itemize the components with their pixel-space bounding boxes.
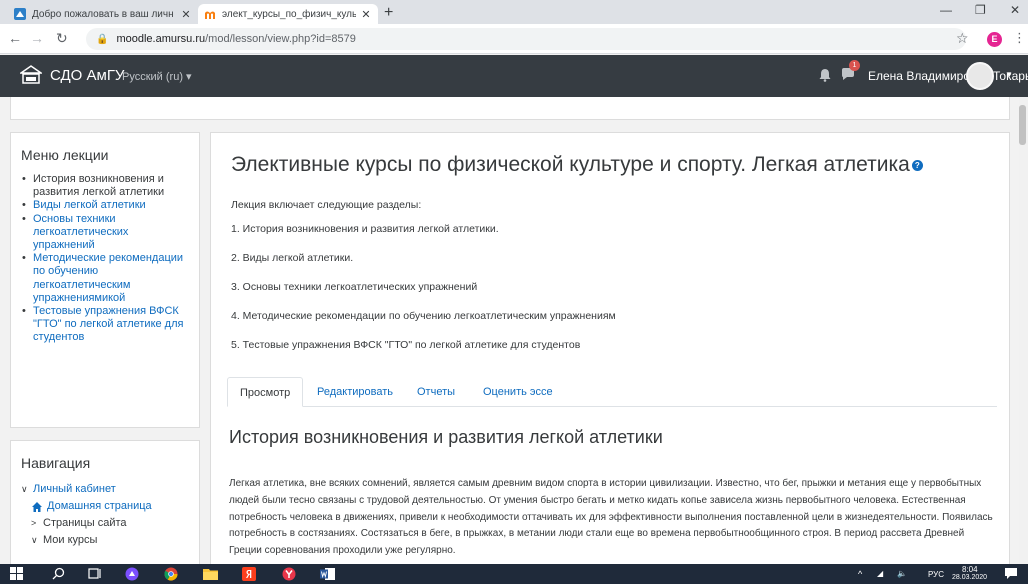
windows-start-icon[interactable] (10, 567, 23, 580)
nav-item-dashboard[interactable]: ∨ Личный кабинет (21, 481, 189, 498)
search-icon[interactable] (52, 567, 65, 580)
notification-center-icon[interactable] (1004, 567, 1018, 580)
minimize-icon[interactable]: — (940, 3, 952, 17)
close-tab-icon[interactable]: ✕ (360, 8, 372, 21)
back-arrow-icon[interactable]: ← (8, 30, 22, 46)
lecture-menu-item[interactable]: Основы техники легкоатлетических упражне… (21, 213, 189, 253)
tray-chevron-up-icon[interactable]: ^ (858, 569, 862, 579)
new-tab-button[interactable]: + (384, 4, 393, 22)
nav-site-pages-label[interactable]: Страницы сайта (43, 515, 127, 532)
app-circle-icon[interactable] (125, 567, 139, 581)
chrome-icon[interactable] (164, 567, 178, 581)
lesson-tabs: Просмотр Редактировать Отчеты Оценить эс… (227, 377, 997, 407)
lesson-section-item: 1. История возникновения и развития легк… (231, 223, 499, 235)
chevron-down-icon[interactable]: ∨ (31, 532, 43, 549)
lesson-content: Элективные курсы по физической культуре … (210, 132, 1010, 572)
navigation-tree: ∨ Личный кабинет Домашняя страница > Стран… (21, 481, 189, 549)
nav-home-label[interactable]: Домашняя страница (47, 498, 152, 515)
browser-tab-title: Добро пожаловать в ваш личн (32, 8, 174, 20)
section-title: История возникновения и развития легкой … (229, 427, 663, 447)
lecture-menu-item[interactable]: Виды легкой атлетики (21, 199, 189, 212)
lecture-menu-item: История возникновения и развития легкой … (21, 173, 189, 199)
scrollbar-thumb[interactable] (1019, 105, 1026, 145)
lesson-intro: Лекция включает следующие разделы: (231, 199, 422, 211)
nav-item-site-pages[interactable]: > Страницы сайта (21, 515, 189, 532)
forward-arrow-icon[interactable]: → (30, 30, 44, 46)
lesson-section-item: 2. Виды легкой атлетики. (231, 252, 354, 264)
browser-menu-icon[interactable]: ⋮ (1013, 30, 1026, 46)
moodle-favicon-icon (14, 8, 26, 20)
navigation-block: Навигация ∨ Личный кабинет Домашняя стран… (10, 440, 200, 570)
word-icon[interactable] (320, 567, 335, 581)
lock-icon: 🔒 (96, 33, 109, 45)
caret-down-icon[interactable]: ▼ (1005, 70, 1013, 79)
chevron-down-icon[interactable]: ∨ (21, 481, 33, 498)
navigation-title: Навигация (21, 455, 91, 471)
browser-tab-strip: Добро пожаловать в ваш личн ✕ элект_курс… (0, 0, 1028, 24)
site-navbar: СДО АмГУ Русский (ru) ▾ 1 Елена Владимир… (0, 55, 1028, 97)
tab-reports[interactable]: Отчеты (405, 377, 467, 407)
browser-tab-course[interactable]: элект_курсы_по_физич_культ_и ✕ (198, 4, 378, 24)
bell-icon[interactable] (818, 68, 832, 82)
university-logo-icon[interactable] (20, 64, 42, 86)
browser-tab-title: элект_курсы_по_физич_культ_и (222, 8, 356, 20)
tab-grade-essays[interactable]: Оценить эссе (471, 377, 565, 407)
page-title: Элективные курсы по физической культуре … (231, 153, 923, 177)
clock-date[interactable]: 28.03.2020 (952, 574, 987, 581)
tab-view[interactable]: Просмотр (227, 377, 304, 407)
lesson-section-item: 4. Методические рекомендации по обучению… (231, 310, 616, 322)
lesson-sections-list: 1. История возникновения и развития легк… (231, 223, 616, 368)
nav-item-home[interactable]: Домашняя страница (21, 498, 189, 515)
chevron-right-icon[interactable]: > (31, 515, 43, 532)
lesson-body-text: Легкая атлетика, вне всяких сомнений, яв… (229, 478, 993, 557)
restore-icon[interactable]: ❐ (975, 3, 986, 17)
lecture-menu-item[interactable]: Тестовые упражнения ВФСК "ГТО" по легкой… (21, 305, 189, 345)
yandex-icon[interactable] (242, 567, 256, 581)
yandex-browser-icon[interactable] (282, 567, 296, 581)
user-avatar[interactable] (966, 62, 994, 90)
windows-taskbar: ^ ◢ 🔈 РУС 8:04 28.03.2020 (0, 564, 1028, 584)
speaker-icon[interactable]: 🔈 (897, 569, 907, 578)
home-icon (32, 501, 42, 512)
task-view-icon[interactable] (88, 567, 102, 580)
nav-item-my-courses[interactable]: ∨ Мои курсы (21, 532, 189, 549)
lecture-menu-list: История возникновения и развития легкой … (21, 173, 189, 345)
clock-time[interactable]: 8:04 (962, 565, 978, 574)
url-path: /mod/lesson/view.php?id=8579 (205, 33, 356, 45)
nav-my-courses-label[interactable]: Мои курсы (43, 532, 97, 549)
close-tab-icon[interactable]: ✕ (180, 8, 192, 21)
nav-dashboard-label[interactable]: Личный кабинет (33, 481, 116, 498)
site-brand[interactable]: СДО АмГУ (50, 67, 124, 84)
lecture-menu-block: Меню лекции История возникновения и разв… (10, 132, 200, 428)
address-toolbar: ← → ↻ 🔒 moodle.amursu.ru/mod/lesson/view… (0, 24, 1028, 54)
moodle-m-favicon-icon (205, 11, 215, 19)
browser-tab-welcome[interactable]: Добро пожаловать в ваш личн ✕ (8, 4, 198, 24)
page-header-card (10, 97, 1010, 120)
page-title-text: Элективные курсы по физической культуре … (231, 153, 910, 176)
lesson-section-item: 5. Тестовые упражнения ВФСК "ГТО" по лег… (231, 339, 581, 351)
help-icon[interactable]: ? (911, 159, 923, 171)
user-name[interactable]: Елена Владимировна Токарь (868, 69, 1028, 83)
reload-icon[interactable]: ↻ (56, 30, 68, 47)
browser-profile-avatar[interactable]: E (987, 32, 1002, 47)
url-host: moodle.amursu.ru (116, 33, 206, 45)
wifi-icon[interactable]: ◢ (877, 569, 883, 578)
language-menu[interactable]: Русский (ru) ▾ (122, 70, 192, 83)
keyboard-language[interactable]: РУС (928, 570, 944, 579)
bookmark-star-icon[interactable]: ☆ (956, 30, 969, 47)
page-scrollbar[interactable] (1019, 97, 1028, 564)
lecture-menu-title: Меню лекции (21, 147, 109, 163)
url-field[interactable]: 🔒 moodle.amursu.ru/mod/lesson/view.php?i… (86, 28, 966, 50)
file-explorer-icon[interactable] (203, 567, 218, 580)
lesson-section-item: 3. Основы техники легкоатлетических упра… (231, 281, 478, 293)
notification-badge: 1 (849, 60, 860, 71)
close-window-icon[interactable]: ✕ (1010, 3, 1020, 17)
lecture-menu-item[interactable]: Методические рекомендации по обучению ле… (21, 252, 189, 305)
tab-edit[interactable]: Редактировать (305, 377, 405, 407)
